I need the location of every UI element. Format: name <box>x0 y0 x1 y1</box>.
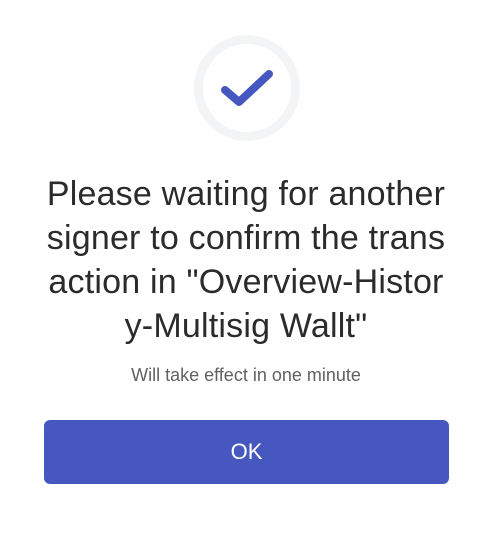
dialog-subtitle: Will take effect in one minute <box>131 365 361 385</box>
status-icon-container <box>203 44 291 132</box>
dialog-title: Please waiting for another signer to con… <box>46 175 446 345</box>
status-icon-ring <box>194 35 300 141</box>
check-icon <box>221 70 273 106</box>
ok-button[interactable]: OK <box>44 420 449 484</box>
confirmation-dialog: Please waiting for another signer to con… <box>0 0 492 535</box>
